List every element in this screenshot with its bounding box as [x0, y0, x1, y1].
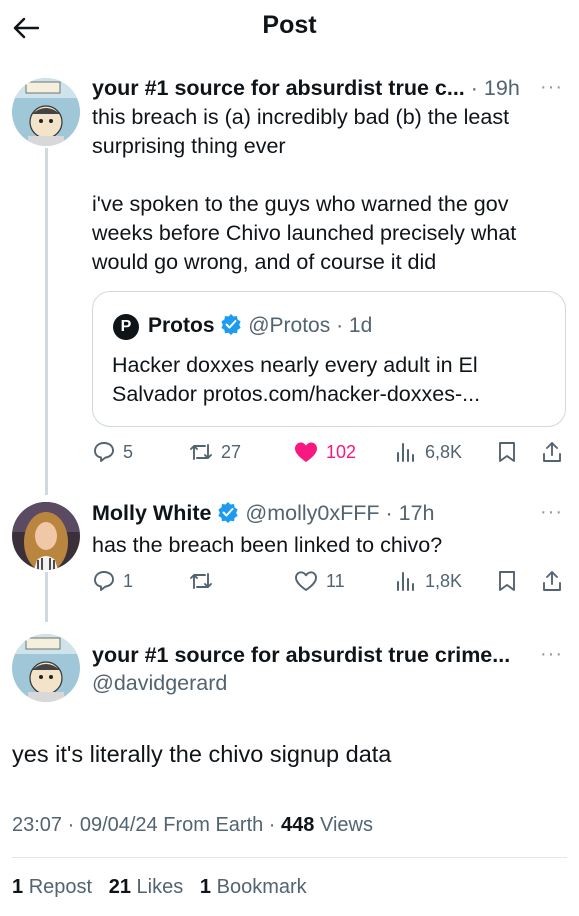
quote-handle: @Protos	[248, 314, 331, 337]
views-icon	[397, 443, 414, 462]
views-icon	[397, 572, 414, 591]
thread-line	[45, 148, 48, 495]
avatar[interactable]	[12, 78, 80, 146]
author-handle[interactable]: @davidgerard	[92, 671, 227, 696]
bookmarks-stat-label: Bookmark	[216, 876, 307, 898]
like-count: 102	[326, 441, 357, 462]
repost-stat-count: 1	[12, 876, 24, 898]
post-text: has the breach been linked to chivo?	[92, 533, 443, 557]
repost-button[interactable]: 27	[188, 440, 241, 464]
text-line: weeks before Chivo launched precisely wh…	[92, 221, 517, 245]
reply-count: 5	[123, 441, 134, 462]
views-count: 448	[281, 814, 315, 836]
bookmark-icon	[499, 442, 515, 462]
more-icon[interactable]: ···	[540, 501, 563, 524]
post-stats: 1 Repost 21 Likes 1 Bookmark	[12, 876, 307, 899]
views-count: 6,8K	[425, 441, 463, 462]
share-button[interactable]	[540, 569, 564, 598]
text-line: this breach is (a) incredibly bad (b) th…	[92, 105, 510, 129]
page-title: Post	[262, 11, 317, 39]
quote-author: Protos	[148, 314, 215, 337]
repost-button[interactable]	[188, 569, 221, 593]
quote-text: Hacker doxxes nearly every adult in El S…	[112, 351, 552, 409]
author-name[interactable]: Molly White	[92, 501, 211, 525]
like-button[interactable]: 11	[293, 569, 345, 593]
share-button[interactable]	[540, 440, 564, 469]
likes-stat[interactable]: 21 Likes	[109, 876, 184, 898]
post-timestamp[interactable]: 23:07 · 09/04/24 From Earth ·	[12, 814, 275, 836]
bookmarks-stat-count: 1	[199, 876, 212, 898]
views-button[interactable]: 1,8K	[394, 569, 462, 593]
author-name[interactable]: your #1 source for absurdist true crime.…	[92, 643, 532, 668]
post-header: your #1 source for absurdist true c... ·…	[92, 76, 532, 101]
reply-icon	[94, 442, 114, 462]
heart-icon	[295, 571, 317, 591]
repost-stat-label: Repost	[28, 876, 93, 898]
divider	[12, 857, 567, 858]
post-text: this breach is (a) incredibly bad (b) th…	[92, 103, 562, 277]
author-handle[interactable]: @molly0xFFF	[245, 501, 379, 525]
repost-stat[interactable]: 1 Repost	[12, 876, 92, 898]
like-button[interactable]: 102	[293, 440, 356, 464]
reply-icon	[94, 571, 114, 591]
author-name-text: your #1 source for absurdist true crime.…	[92, 643, 511, 667]
views-label: Views	[319, 814, 373, 836]
verified-badge-icon	[220, 313, 242, 341]
text-line	[92, 161, 562, 190]
avatar[interactable]	[12, 502, 80, 570]
reply-button[interactable]: 5	[92, 440, 133, 464]
post-meta: 23:07 · 09/04/24 From Earth · 448 Views	[12, 814, 373, 837]
repost-icon	[190, 573, 212, 589]
share-icon	[543, 442, 561, 462]
likes-stat-count: 21	[108, 876, 131, 898]
text-line: surprising thing ever	[92, 134, 286, 158]
text-line: i've spoken to the guys who warned the g…	[92, 192, 509, 216]
more-icon[interactable]: ···	[540, 76, 563, 99]
like-count: 11	[326, 570, 345, 591]
author-name[interactable]: your #1 source for absurdist true c...	[92, 76, 465, 100]
views-count: 1,8K	[425, 570, 463, 591]
bookmark-button[interactable]	[496, 569, 518, 598]
quote-time: · 1d	[336, 314, 373, 337]
bookmark-button[interactable]	[496, 440, 518, 469]
repost-icon	[190, 444, 212, 460]
likes-stat-label: Likes	[136, 876, 184, 898]
bookmarks-stat[interactable]: 1 Bookmark	[200, 876, 307, 898]
avatar[interactable]	[12, 634, 80, 702]
text-line: would go wrong, and of course it did	[92, 250, 437, 274]
heart-filled-icon	[295, 442, 317, 462]
more-icon[interactable]: ···	[540, 643, 563, 666]
text-line: Hacker doxxes nearly every adult in El	[112, 353, 478, 377]
bookmark-icon	[499, 571, 515, 591]
main-post-text: yes it's literally the chivo signup data	[12, 741, 392, 767]
post-header: Molly White @molly0xFFF · 17h	[92, 501, 532, 529]
quote-header: Protos @Protos · 1d	[148, 313, 372, 341]
verified-badge-icon	[217, 501, 239, 529]
thread-line	[45, 572, 48, 622]
post-time[interactable]: · 19h	[471, 76, 520, 100]
reply-count: 1	[123, 570, 134, 591]
repost-count: 27	[221, 441, 242, 462]
quoted-post[interactable]: P Protos @Protos · 1d Hacker doxxes near…	[92, 291, 566, 427]
protos-logo: P	[113, 314, 139, 340]
reply-button[interactable]: 1	[92, 569, 133, 593]
post-time[interactable]: · 17h	[386, 501, 435, 525]
text-line: Salvador protos.com/hacker-doxxes-...	[112, 382, 481, 406]
views-button[interactable]: 6,8K	[394, 440, 462, 464]
share-icon	[543, 571, 561, 591]
